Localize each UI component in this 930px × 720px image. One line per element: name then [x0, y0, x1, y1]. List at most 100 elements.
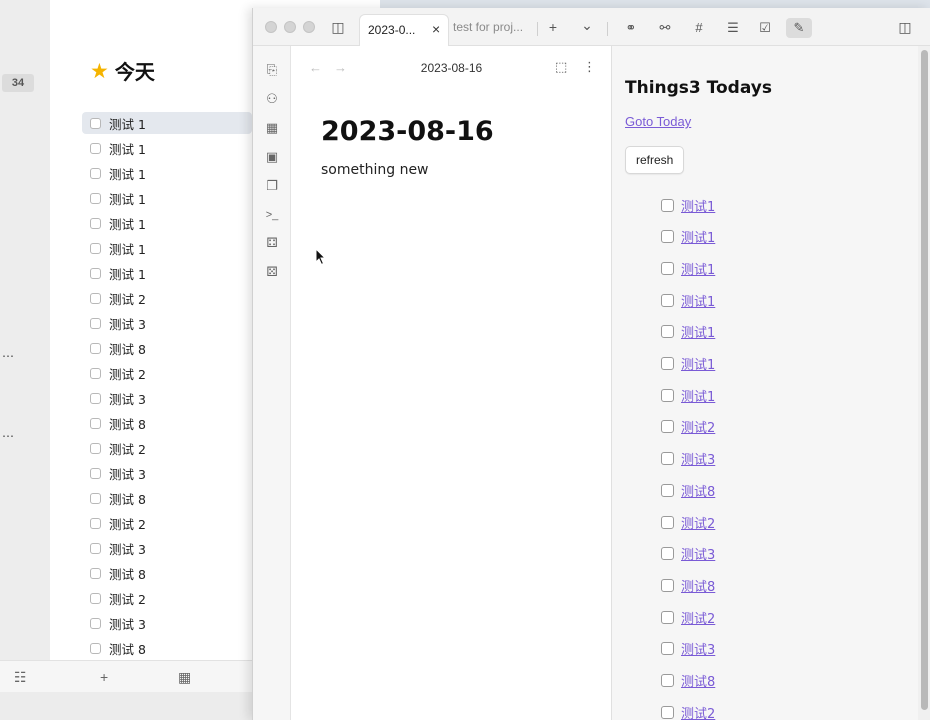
checkbox[interactable] — [90, 492, 101, 504]
todo-link[interactable]: 测试8 — [681, 671, 715, 690]
truncated-sidebar-item[interactable]: … — [2, 346, 14, 360]
filter-icon[interactable]: ☷ — [14, 669, 27, 686]
calendar-check-icon[interactable]: ☑ — [754, 18, 776, 38]
tab-daily-note[interactable]: 2023-0... × — [359, 14, 449, 46]
reading-view-icon[interactable]: ⬚ — [555, 59, 567, 75]
list-item[interactable]: 测试 8 — [82, 637, 252, 659]
todo-link[interactable]: 测试2 — [681, 703, 715, 720]
tab-test-for-project[interactable]: test for proj... — [453, 20, 523, 34]
checkbox[interactable] — [661, 642, 674, 656]
panel-scrollbar[interactable] — [918, 46, 930, 720]
list-item[interactable]: 测试 2 — [82, 362, 252, 384]
right-sidebar-toggle-icon[interactable]: ◫ — [895, 18, 915, 36]
list-item[interactable]: 测试 8 — [82, 487, 252, 509]
tab-list-chevron-icon[interactable]: ⌄ — [577, 16, 597, 34]
calendar-icon[interactable]: ▦ — [178, 669, 191, 686]
checkbox[interactable] — [661, 452, 674, 466]
checkbox[interactable] — [661, 674, 674, 687]
checkbox[interactable] — [90, 217, 101, 229]
checkbox[interactable] — [661, 325, 674, 339]
todo-link[interactable]: 测试2 — [681, 417, 715, 436]
checkbox[interactable] — [661, 547, 674, 561]
checkbox[interactable] — [661, 483, 674, 497]
list-item[interactable]: 测试 3 — [82, 537, 252, 559]
todo-link[interactable]: 测试2 — [681, 513, 715, 532]
zoom-window-button[interactable] — [303, 21, 315, 33]
list-item[interactable]: 测试 1 — [82, 137, 252, 159]
checkbox[interactable] — [90, 242, 101, 254]
refresh-button[interactable]: refresh — [625, 146, 685, 174]
list-item[interactable]: 测试 3 — [82, 387, 252, 409]
todo-link[interactable]: 测试1 — [681, 386, 715, 405]
checkbox[interactable] — [661, 705, 674, 719]
more-options-icon[interactable]: ⋮ — [583, 59, 596, 75]
checkbox[interactable] — [661, 578, 674, 592]
todo-link[interactable]: 测试1 — [681, 259, 715, 278]
todo-link[interactable]: 测试8 — [681, 481, 715, 500]
pencil-icon[interactable]: ✎ — [786, 18, 812, 38]
todo-link[interactable]: 测试3 — [681, 449, 715, 468]
grid-icon[interactable]: ▦ — [262, 118, 282, 138]
checkbox[interactable] — [661, 293, 674, 307]
todo-link[interactable]: 测试8 — [681, 576, 715, 595]
tag-icon[interactable]: # — [688, 18, 710, 38]
close-tab-icon[interactable]: × — [432, 21, 440, 37]
list-item[interactable]: 测试 1 — [82, 237, 252, 259]
todo-link[interactable]: 测试1 — [681, 354, 715, 373]
sidebar-toggle-icon[interactable]: ◫ — [328, 18, 348, 36]
checkbox[interactable] — [90, 442, 101, 454]
dice-alt-icon[interactable]: ⚄ — [262, 262, 282, 282]
checkbox[interactable] — [661, 388, 674, 402]
todo-link[interactable]: 测试1 — [681, 291, 715, 310]
checkbox[interactable] — [90, 417, 101, 429]
graph-icon[interactable]: ⚇ — [262, 89, 282, 109]
checkbox[interactable] — [90, 267, 101, 279]
list-item[interactable]: 测试 1 — [82, 187, 252, 209]
list-item[interactable]: 测试 8 — [82, 562, 252, 584]
new-tab-icon[interactable]: + — [543, 18, 563, 36]
scrollbar-thumb[interactable] — [921, 50, 928, 710]
checkbox[interactable] — [90, 592, 101, 604]
checkbox[interactable] — [90, 542, 101, 554]
checkbox[interactable] — [90, 192, 101, 204]
checkbox[interactable] — [661, 357, 674, 370]
checkbox[interactable] — [661, 230, 674, 244]
checkbox[interactable] — [90, 517, 101, 529]
checkbox[interactable] — [90, 567, 101, 579]
list-item[interactable]: 测试 1 — [82, 212, 252, 234]
checkbox[interactable] — [661, 198, 674, 212]
close-window-button[interactable] — [265, 21, 277, 33]
goto-today-link[interactable]: Goto Today — [625, 114, 691, 129]
file-plus-icon[interactable]: ⎘ — [262, 60, 282, 80]
checkbox[interactable] — [90, 342, 101, 354]
checkbox[interactable] — [90, 392, 101, 404]
checkbox[interactable] — [90, 467, 101, 479]
minimize-window-button[interactable] — [284, 21, 296, 33]
checkbox[interactable] — [90, 117, 101, 129]
checkbox[interactable] — [90, 142, 101, 154]
list-item[interactable]: 测试 3 — [82, 612, 252, 634]
plus-icon[interactable]: + — [100, 669, 108, 685]
outline-icon[interactable]: ☰ — [722, 18, 744, 38]
list-item[interactable]: 测试 2 — [82, 512, 252, 534]
list-item[interactable]: 测试 3 — [82, 312, 252, 334]
todo-link[interactable]: 测试1 — [681, 322, 715, 341]
list-item[interactable]: 测试 1 — [82, 262, 252, 284]
copy-icon[interactable]: ❐ — [262, 176, 282, 196]
checkbox[interactable] — [661, 515, 674, 529]
list-item[interactable]: 测试 2 — [82, 587, 252, 609]
list-item[interactable]: 测试 3 — [82, 462, 252, 484]
todo-link[interactable]: 测试3 — [681, 544, 715, 563]
todo-link[interactable]: 测试1 — [681, 196, 715, 215]
list-item[interactable]: 测试 1 — [82, 112, 252, 134]
checkbox[interactable] — [90, 642, 101, 654]
terminal-icon[interactable]: >_ — [262, 205, 282, 225]
dice-icon[interactable]: ⚃ — [262, 233, 282, 253]
checkbox[interactable] — [90, 617, 101, 629]
checkbox[interactable] — [661, 610, 674, 624]
todo-link[interactable]: 测试3 — [681, 639, 715, 658]
todo-link[interactable]: 测试2 — [681, 608, 715, 627]
checkbox[interactable] — [90, 167, 101, 179]
truncated-sidebar-item[interactable]: … — [2, 426, 14, 440]
checkbox[interactable] — [90, 367, 101, 379]
